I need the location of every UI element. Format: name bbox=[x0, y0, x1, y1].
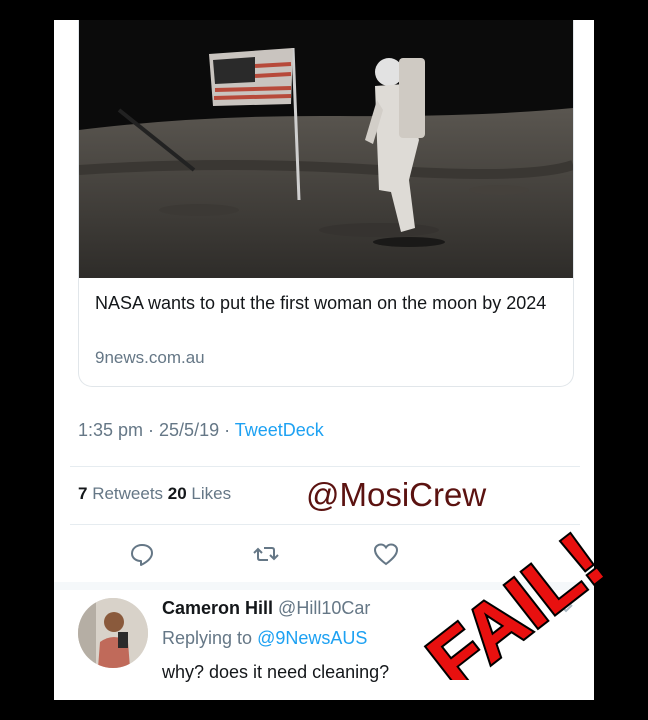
reply-text: why? does it need cleaning? bbox=[162, 662, 390, 682]
watermark-text: @MosiCrew bbox=[306, 476, 487, 513]
source-link[interactable]: TweetDeck bbox=[235, 420, 324, 440]
reply-author-handle[interactable]: @Hill10Car bbox=[278, 598, 370, 618]
engagement-stats: 7 Retweets 20 Likes bbox=[78, 484, 231, 504]
tweet-timestamp: 1:35 pm · 25/5/19 · TweetDeck bbox=[78, 420, 324, 441]
likes-count[interactable]: 20 bbox=[168, 484, 187, 503]
divider bbox=[70, 466, 580, 467]
reply-icon[interactable] bbox=[128, 540, 156, 568]
divider bbox=[70, 524, 580, 525]
fail-sticker: FAIL! bbox=[410, 530, 622, 680]
reply-author-name[interactable]: Cameron Hill bbox=[162, 598, 273, 618]
reply-author[interactable]: Cameron Hill @Hill10Car bbox=[162, 598, 370, 619]
mention-link[interactable]: @9NewsAUS bbox=[257, 628, 367, 648]
retweet-icon[interactable] bbox=[252, 540, 280, 568]
replying-to: Replying to @9NewsAUS bbox=[162, 628, 367, 649]
fail-text: FAIL! bbox=[412, 530, 620, 680]
moon-landing-photo bbox=[79, 20, 573, 278]
card-domain: 9news.com.au bbox=[95, 348, 205, 367]
avatar[interactable] bbox=[78, 598, 148, 668]
time-date: 1:35 pm · 25/5/19 · bbox=[78, 420, 235, 440]
retweets-label[interactable]: Retweets bbox=[87, 484, 167, 503]
likes-label[interactable]: Likes bbox=[187, 484, 231, 503]
link-card[interactable]: NASA wants to put the first woman on the… bbox=[78, 20, 574, 387]
replying-prefix: Replying to bbox=[162, 628, 258, 648]
like-icon[interactable] bbox=[372, 540, 400, 568]
card-title[interactable]: NASA wants to put the first woman on the… bbox=[95, 290, 565, 316]
